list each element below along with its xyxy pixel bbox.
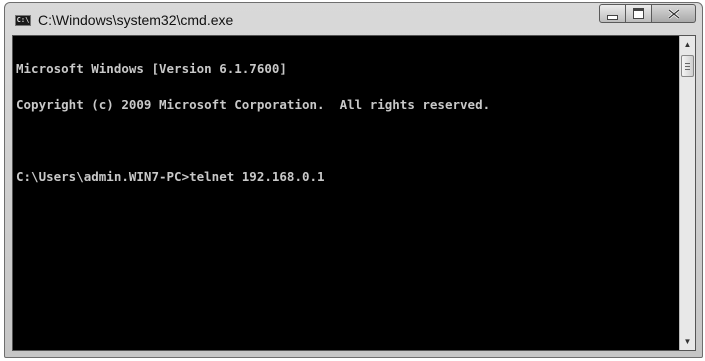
maximize-icon [633,8,644,19]
thumb-grip-icon [685,69,690,70]
title-bar[interactable]: C:\ C:\Windows\system32\cmd.exe [5,3,702,35]
console-line: Copyright (c) 2009 Microsoft Corporation… [16,97,491,112]
window-controls [599,4,696,24]
vertical-scrollbar[interactable]: ▲ ▼ [679,36,695,350]
console-prompt-line: C:\Users\admin.WIN7-PC>telnet 192.168.0.… [16,169,325,184]
close-button[interactable] [652,4,696,23]
close-icon [667,8,680,19]
console-output[interactable]: Microsoft Windows [Version 6.1.7600] Cop… [16,39,675,350]
minimize-button[interactable] [599,4,626,23]
console-line: Microsoft Windows [Version 6.1.7600] [16,61,287,76]
cmd-window: C:\ C:\Windows\system32\cmd.exe Microsof… [4,2,703,358]
thumb-grip-icon [685,63,690,64]
maximize-button[interactable] [626,4,652,23]
thumb-grip-icon [685,66,690,67]
scroll-up-icon: ▲ [683,40,692,49]
console-client-area[interactable]: Microsoft Windows [Version 6.1.7600] Cop… [12,35,696,351]
cmd-app-icon[interactable]: C:\ [15,15,31,26]
scroll-down-button[interactable]: ▼ [680,333,695,350]
scroll-down-icon: ▼ [683,337,692,346]
scroll-up-button[interactable]: ▲ [680,36,695,53]
scroll-thumb[interactable] [681,55,694,77]
minimize-icon [607,14,618,20]
window-title: C:\Windows\system32\cmd.exe [38,12,234,28]
